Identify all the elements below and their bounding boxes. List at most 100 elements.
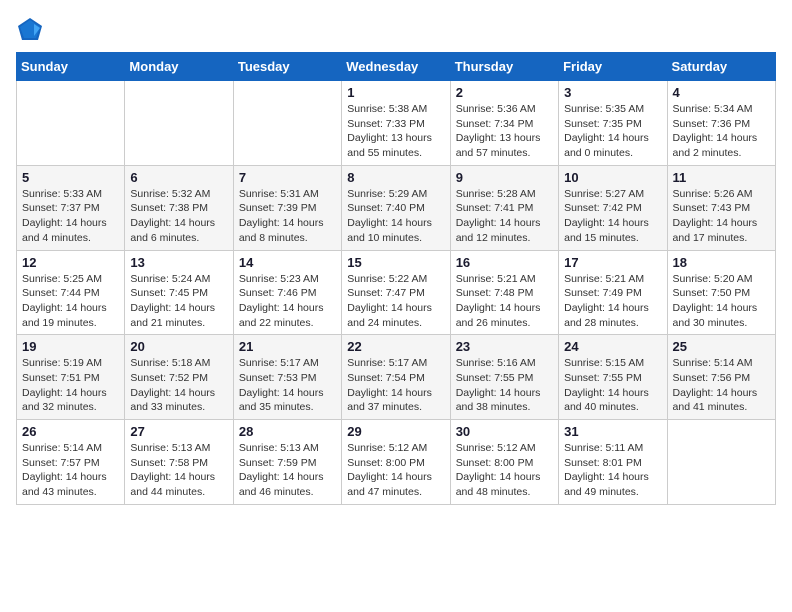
- day-number: 16: [456, 255, 553, 270]
- day-number: 25: [673, 339, 770, 354]
- day-info: Sunrise: 5:31 AM Sunset: 7:39 PM Dayligh…: [239, 187, 336, 246]
- calendar-cell: 13 Sunrise: 5:24 AM Sunset: 7:45 PM Dayli…: [125, 250, 233, 335]
- calendar-day-header: Tuesday: [233, 53, 341, 81]
- day-number: 22: [347, 339, 444, 354]
- calendar-cell: 26 Sunrise: 5:14 AM Sunset: 7:57 PM Dayli…: [17, 420, 125, 505]
- calendar-cell: 10 Sunrise: 5:27 AM Sunset: 7:42 PM Dayli…: [559, 165, 667, 250]
- day-info: Sunrise: 5:27 AM Sunset: 7:42 PM Dayligh…: [564, 187, 661, 246]
- day-info: Sunrise: 5:12 AM Sunset: 8:00 PM Dayligh…: [347, 441, 444, 500]
- day-number: 31: [564, 424, 661, 439]
- day-number: 20: [130, 339, 227, 354]
- calendar-week-row: 26 Sunrise: 5:14 AM Sunset: 7:57 PM Dayli…: [17, 420, 776, 505]
- calendar-day-header: Friday: [559, 53, 667, 81]
- calendar-cell: 5 Sunrise: 5:33 AM Sunset: 7:37 PM Daylig…: [17, 165, 125, 250]
- day-number: 29: [347, 424, 444, 439]
- day-number: 7: [239, 170, 336, 185]
- calendar-week-row: 1 Sunrise: 5:38 AM Sunset: 7:33 PM Daylig…: [17, 81, 776, 166]
- calendar-cell: [17, 81, 125, 166]
- calendar-cell: 28Sunrise: 5:13 AM Sunset: 7:59 PM Dayli…: [233, 420, 341, 505]
- calendar-week-row: 19 Sunrise: 5:19 AM Sunset: 7:51 PM Dayli…: [17, 335, 776, 420]
- calendar-cell: 8 Sunrise: 5:29 AM Sunset: 7:40 PM Daylig…: [342, 165, 450, 250]
- logo: [16, 16, 46, 44]
- day-number: 24: [564, 339, 661, 354]
- day-info: Sunrise: 5:14 AM Sunset: 7:57 PM Dayligh…: [22, 441, 119, 500]
- calendar-cell: 9Sunrise: 5:28 AM Sunset: 7:41 PM Daylig…: [450, 165, 558, 250]
- calendar-cell: [233, 81, 341, 166]
- day-number: 2: [456, 85, 553, 100]
- day-info: Sunrise: 5:38 AM Sunset: 7:33 PM Dayligh…: [347, 102, 444, 161]
- day-number: 3: [564, 85, 661, 100]
- calendar-cell: 24 Sunrise: 5:15 AM Sunset: 7:55 PM Dayli…: [559, 335, 667, 420]
- day-number: 23: [456, 339, 553, 354]
- day-info: Sunrise: 5:26 AM Sunset: 7:43 PM Dayligh…: [673, 187, 770, 246]
- day-number: 11: [673, 170, 770, 185]
- page-header: [16, 16, 776, 44]
- calendar-cell: 7 Sunrise: 5:31 AM Sunset: 7:39 PM Daylig…: [233, 165, 341, 250]
- calendar-cell: 19 Sunrise: 5:19 AM Sunset: 7:51 PM Dayli…: [17, 335, 125, 420]
- day-number: 9: [456, 170, 553, 185]
- day-info: Sunrise: 5:19 AM Sunset: 7:51 PM Dayligh…: [22, 356, 119, 415]
- calendar-cell: 16 Sunrise: 5:21 AM Sunset: 7:48 PM Dayli…: [450, 250, 558, 335]
- calendar-cell: 27 Sunrise: 5:13 AM Sunset: 7:58 PM Dayli…: [125, 420, 233, 505]
- day-info: Sunrise: 5:12 AM Sunset: 8:00 PM Dayligh…: [456, 441, 553, 500]
- calendar-day-header: Wednesday: [342, 53, 450, 81]
- day-number: 1: [347, 85, 444, 100]
- calendar-cell: 14 Sunrise: 5:23 AM Sunset: 7:46 PM Dayli…: [233, 250, 341, 335]
- calendar-cell: [125, 81, 233, 166]
- day-info: Sunrise: 5:22 AM Sunset: 7:47 PM Dayligh…: [347, 272, 444, 331]
- day-info: Sunrise: 5:15 AM Sunset: 7:55 PM Dayligh…: [564, 356, 661, 415]
- day-number: 8: [347, 170, 444, 185]
- day-number: 4: [673, 85, 770, 100]
- day-number: 26: [22, 424, 119, 439]
- day-info: Sunrise: 5:16 AM Sunset: 7:55 PM Dayligh…: [456, 356, 553, 415]
- day-number: 6: [130, 170, 227, 185]
- day-info: Sunrise: 5:21 AM Sunset: 7:49 PM Dayligh…: [564, 272, 661, 331]
- calendar-day-header: Monday: [125, 53, 233, 81]
- day-number: 27: [130, 424, 227, 439]
- calendar-cell: 25 Sunrise: 5:14 AM Sunset: 7:56 PM Dayli…: [667, 335, 775, 420]
- day-info: Sunrise: 5:13 AM Sunset: 7:58 PM Dayligh…: [130, 441, 227, 500]
- calendar-week-row: 12Sunrise: 5:25 AM Sunset: 7:44 PM Dayli…: [17, 250, 776, 335]
- day-number: 10: [564, 170, 661, 185]
- calendar-cell: 4 Sunrise: 5:34 AM Sunset: 7:36 PM Daylig…: [667, 81, 775, 166]
- day-info: Sunrise: 5:23 AM Sunset: 7:46 PM Dayligh…: [239, 272, 336, 331]
- day-number: 18: [673, 255, 770, 270]
- day-number: 19: [22, 339, 119, 354]
- calendar-day-header: Sunday: [17, 53, 125, 81]
- calendar-cell: 3 Sunrise: 5:35 AM Sunset: 7:35 PM Daylig…: [559, 81, 667, 166]
- calendar-header-row: SundayMondayTuesdayWednesdayThursdayFrid…: [17, 53, 776, 81]
- day-number: 21: [239, 339, 336, 354]
- day-info: Sunrise: 5:33 AM Sunset: 7:37 PM Dayligh…: [22, 187, 119, 246]
- day-info: Sunrise: 5:21 AM Sunset: 7:48 PM Dayligh…: [456, 272, 553, 331]
- day-number: 15: [347, 255, 444, 270]
- day-info: Sunrise: 5:17 AM Sunset: 7:53 PM Dayligh…: [239, 356, 336, 415]
- logo-icon: [16, 16, 44, 44]
- calendar-cell: 1 Sunrise: 5:38 AM Sunset: 7:33 PM Daylig…: [342, 81, 450, 166]
- day-number: 30: [456, 424, 553, 439]
- day-info: Sunrise: 5:24 AM Sunset: 7:45 PM Dayligh…: [130, 272, 227, 331]
- calendar-cell: 2 Sunrise: 5:36 AM Sunset: 7:34 PM Daylig…: [450, 81, 558, 166]
- calendar-cell: [667, 420, 775, 505]
- day-number: 17: [564, 255, 661, 270]
- day-info: Sunrise: 5:32 AM Sunset: 7:38 PM Dayligh…: [130, 187, 227, 246]
- calendar-day-header: Saturday: [667, 53, 775, 81]
- calendar-table: SundayMondayTuesdayWednesdayThursdayFrid…: [16, 52, 776, 505]
- day-info: Sunrise: 5:20 AM Sunset: 7:50 PM Dayligh…: [673, 272, 770, 331]
- day-info: Sunrise: 5:34 AM Sunset: 7:36 PM Dayligh…: [673, 102, 770, 161]
- calendar-cell: 20 Sunrise: 5:18 AM Sunset: 7:52 PM Dayli…: [125, 335, 233, 420]
- day-number: 14: [239, 255, 336, 270]
- day-number: 13: [130, 255, 227, 270]
- calendar-cell: 22 Sunrise: 5:17 AM Sunset: 7:54 PM Dayli…: [342, 335, 450, 420]
- day-info: Sunrise: 5:29 AM Sunset: 7:40 PM Dayligh…: [347, 187, 444, 246]
- day-info: Sunrise: 5:18 AM Sunset: 7:52 PM Dayligh…: [130, 356, 227, 415]
- day-number: 5: [22, 170, 119, 185]
- day-info: Sunrise: 5:11 AM Sunset: 8:01 PM Dayligh…: [564, 441, 661, 500]
- calendar-cell: 21 Sunrise: 5:17 AM Sunset: 7:53 PM Dayli…: [233, 335, 341, 420]
- calendar-cell: 12Sunrise: 5:25 AM Sunset: 7:44 PM Dayli…: [17, 250, 125, 335]
- day-info: Sunrise: 5:35 AM Sunset: 7:35 PM Dayligh…: [564, 102, 661, 161]
- day-info: Sunrise: 5:14 AM Sunset: 7:56 PM Dayligh…: [673, 356, 770, 415]
- calendar-cell: 6 Sunrise: 5:32 AM Sunset: 7:38 PM Daylig…: [125, 165, 233, 250]
- day-info: Sunrise: 5:17 AM Sunset: 7:54 PM Dayligh…: [347, 356, 444, 415]
- day-number: 28: [239, 424, 336, 439]
- day-info: Sunrise: 5:36 AM Sunset: 7:34 PM Dayligh…: [456, 102, 553, 161]
